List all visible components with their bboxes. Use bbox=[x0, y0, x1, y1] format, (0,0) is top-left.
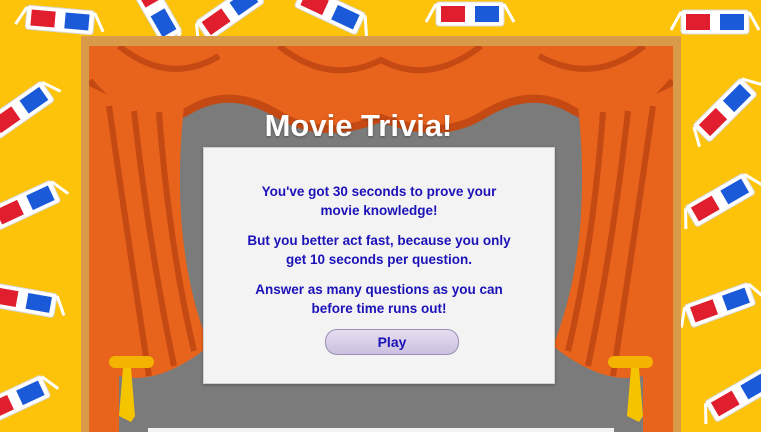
bottom-strip bbox=[148, 428, 614, 432]
intro-text-2: But you better act fast, because you onl… bbox=[247, 233, 511, 267]
play-button[interactable]: Play bbox=[325, 329, 459, 355]
intro-text-1: You've got 30 seconds to prove your movi… bbox=[261, 184, 497, 218]
intro-text-3: Answer as many questions as you can befo… bbox=[255, 282, 503, 316]
page-title: Movie Trivia! bbox=[264, 108, 453, 143]
intro-panel: You've got 30 seconds to prove your movi… bbox=[203, 147, 555, 384]
